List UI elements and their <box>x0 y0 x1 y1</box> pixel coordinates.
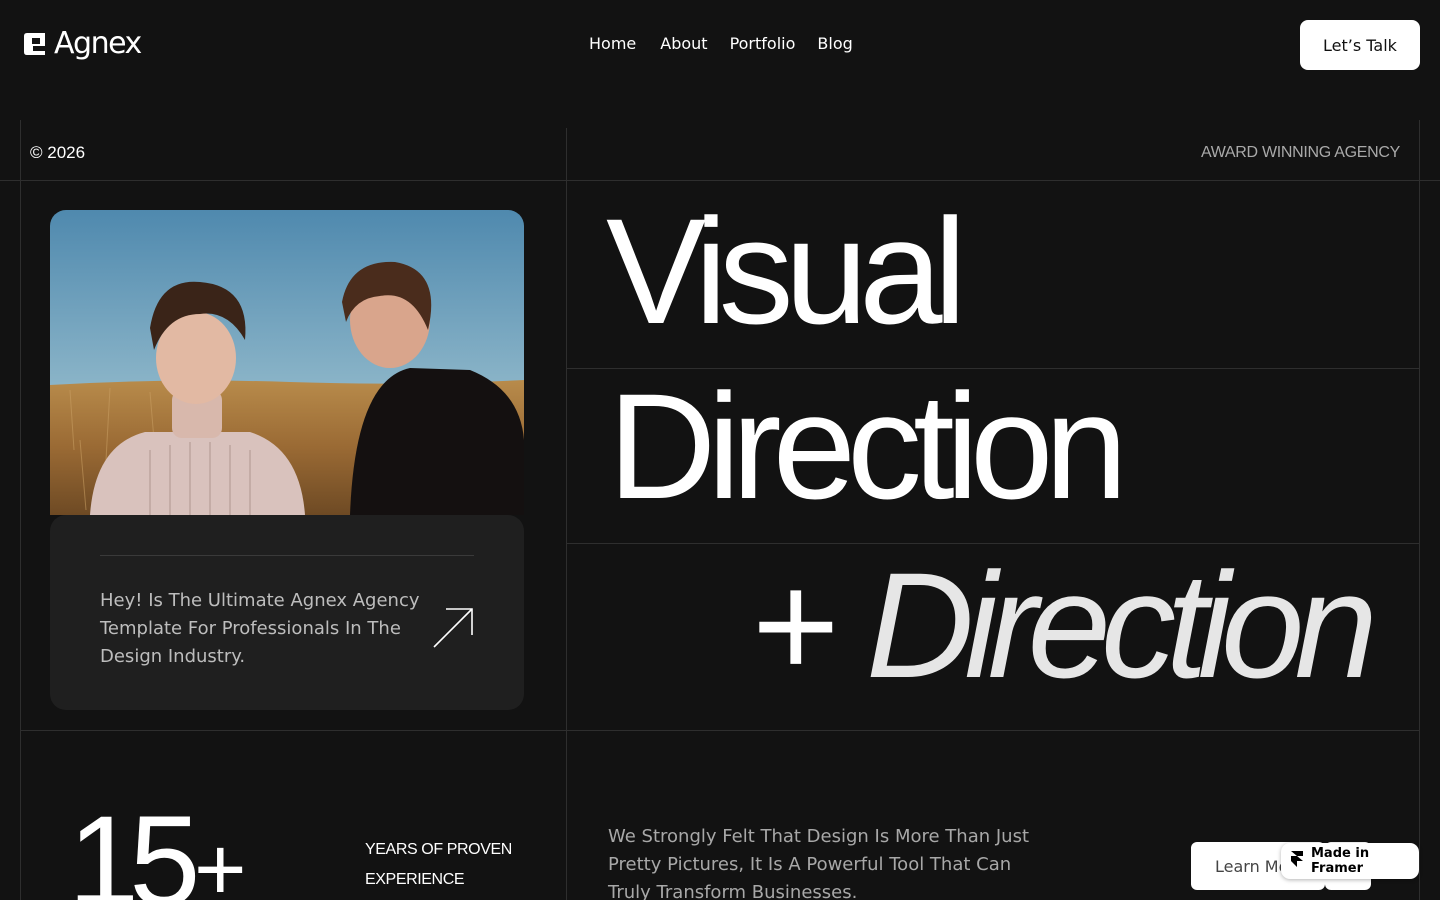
nav-blog[interactable]: Blog <box>817 34 852 54</box>
headline-plus: + <box>752 541 840 709</box>
nav-about[interactable]: About <box>660 34 707 54</box>
grid-line <box>0 180 1440 181</box>
headline-line-3: Direction <box>866 541 1378 709</box>
grid-line <box>20 730 1420 731</box>
hero-photo <box>50 210 524 515</box>
brand-name: Agnex <box>54 26 142 61</box>
copyright-text: © 2026 <box>30 143 86 162</box>
stat-label: YEARS OF PROVEN EXPERIENCE <box>365 841 512 888</box>
grid-line <box>566 128 567 900</box>
nav-portfolio[interactable]: Portfolio <box>730 34 796 54</box>
framer-icon <box>1291 851 1303 871</box>
site-header: Agnex Home About Portfolio Blog Let’s Ta… <box>0 0 1440 90</box>
made-in-framer-badge[interactable]: Made in Framer <box>1281 843 1419 879</box>
intro-card: Hey! Is The Ultimate Agnex Agency Templa… <box>50 515 524 710</box>
divider <box>100 555 474 556</box>
nav-home[interactable]: Home <box>589 34 636 54</box>
intro-text: Hey! Is The Ultimate Agnex Agency Templa… <box>100 590 420 667</box>
main-nav: Home About Portfolio Blog <box>589 34 853 54</box>
lets-talk-button[interactable]: Let’s Talk <box>1300 20 1420 70</box>
award-tagline: AWARD WINNING AGENCY <box>1200 144 1400 161</box>
arrow-up-right-icon[interactable] <box>432 607 474 649</box>
stat-suffix: + <box>194 820 247 900</box>
framer-badge-label: Made in Framer <box>1311 846 1370 876</box>
brand-logo[interactable]: Agnex <box>20 26 142 61</box>
stat-value: 15 <box>68 790 200 900</box>
headline-line-1: Visual <box>606 187 967 355</box>
headline-line-2: Direction <box>608 362 1128 530</box>
grid-line <box>20 120 21 900</box>
logo-icon <box>20 29 50 59</box>
about-text: We Strongly Felt That Design Is More Tha… <box>608 826 1030 900</box>
grid-line <box>1419 120 1420 900</box>
